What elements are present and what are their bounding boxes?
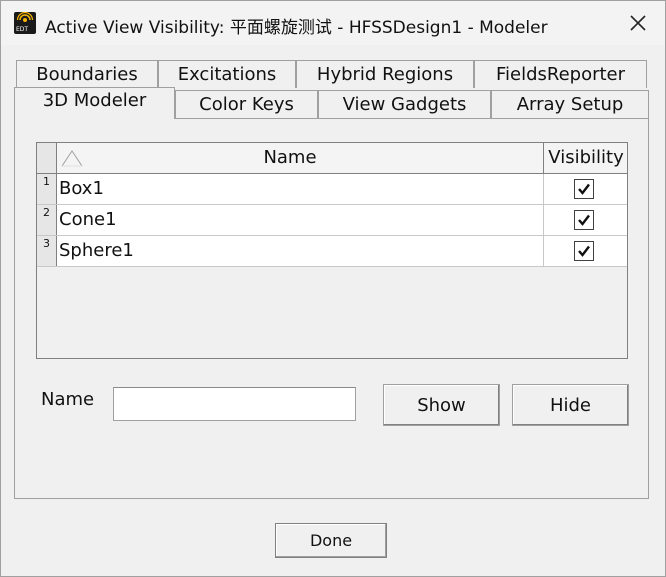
tab-color-keys[interactable]: Color Keys <box>175 90 318 118</box>
tab-fieldsreporter[interactable]: FieldsReporter <box>474 60 647 88</box>
row-name: Sphere1 <box>59 240 134 261</box>
visibility-cell <box>543 174 628 204</box>
visibility-checkbox[interactable] <box>574 210 594 230</box>
edt-logo-text: EDT <box>16 26 29 33</box>
checkmark-icon <box>578 183 590 195</box>
table-row[interactable]: 2 Cone1 <box>37 205 627 236</box>
visibility-cell <box>543 205 628 235</box>
row-name: Box1 <box>59 178 104 199</box>
done-button[interactable]: Done <box>275 523 387 558</box>
name-label: Name <box>41 389 95 410</box>
visibility-checkbox[interactable] <box>574 241 594 261</box>
window-title: Active View Visibility: 平面螺旋测试 - HFSSDes… <box>45 18 548 38</box>
show-button[interactable]: Show <box>383 384 500 426</box>
dialog-window: EDT Active View Visibility: 平面螺旋测试 - HFS… <box>0 0 666 577</box>
tab-array-setup[interactable]: Array Setup <box>491 90 649 118</box>
tab-excitations[interactable]: Excitations <box>158 60 296 88</box>
close-icon <box>630 15 646 31</box>
visibility-checkbox[interactable] <box>574 179 594 199</box>
row-number: 1 <box>37 174 57 204</box>
hide-button[interactable]: Hide <box>512 384 629 426</box>
tab-hybrid-regions[interactable]: Hybrid Regions <box>296 60 474 88</box>
tab-label: 3D Modeler <box>42 90 147 111</box>
tab-label: Array Setup <box>516 94 624 115</box>
tab-label: Color Keys <box>199 94 294 115</box>
tab-label: FieldsReporter <box>495 64 626 85</box>
checkmark-icon <box>578 245 590 257</box>
tab-label: Boundaries <box>36 64 138 85</box>
objects-grid: Name Visibility 1 Box1 2 Cone1 3 Sphere1 <box>36 142 628 359</box>
close-button[interactable] <box>615 7 661 39</box>
tab-label: Hybrid Regions <box>316 64 454 85</box>
tab-3d-modeler[interactable]: 3D Modeler <box>14 87 175 119</box>
tab-view-gadgets[interactable]: View Gadgets <box>318 90 491 118</box>
edt-icon: EDT <box>14 12 36 34</box>
visibility-cell <box>543 236 628 266</box>
tab-panel-3d-modeler: Name Visibility 1 Box1 2 Cone1 3 Sphere1… <box>14 118 649 499</box>
row-number: 3 <box>37 236 57 266</box>
checkmark-icon <box>578 214 590 226</box>
tab-label: View Gadgets <box>342 94 467 115</box>
name-input[interactable] <box>113 387 356 421</box>
row-name: Cone1 <box>59 209 117 230</box>
grid-header: Name Visibility <box>37 143 627 174</box>
column-header-visibility[interactable]: Visibility <box>543 143 628 173</box>
tab-label: Excitations <box>177 64 277 85</box>
table-row[interactable]: 3 Sphere1 <box>37 236 627 267</box>
title-bar: EDT Active View Visibility: 平面螺旋测试 - HFS… <box>1 1 665 45</box>
done-button-label: Done <box>309 531 353 550</box>
tab-boundaries[interactable]: Boundaries <box>16 60 158 88</box>
column-header-name[interactable]: Name <box>37 143 543 173</box>
table-row[interactable]: 1 Box1 <box>37 174 627 205</box>
row-number: 2 <box>37 205 57 235</box>
